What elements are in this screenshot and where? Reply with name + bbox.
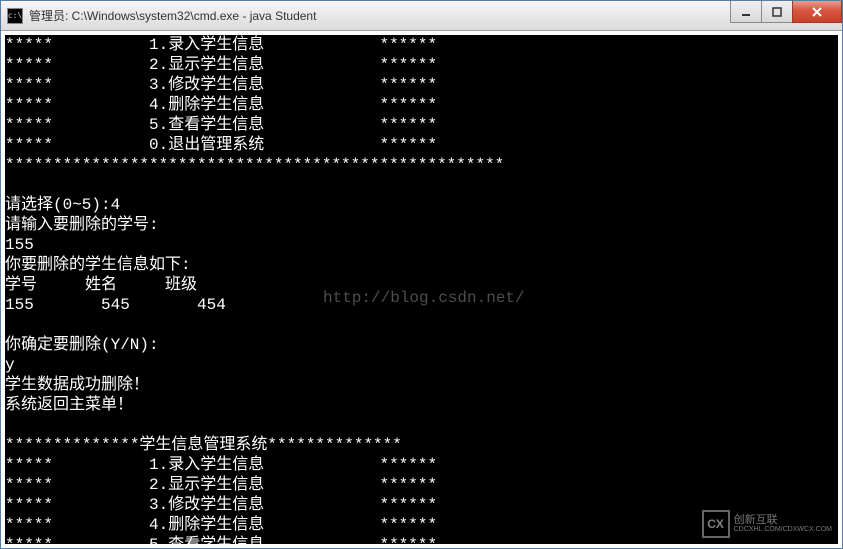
maximize-button[interactable] [761, 1, 793, 23]
minimize-button[interactable] [730, 1, 762, 23]
titlebar[interactable]: c:\ 管理员: C:\Windows\system32\cmd.exe - j… [1, 1, 842, 31]
window-frame: c:\ 管理员: C:\Windows\system32\cmd.exe - j… [0, 0, 843, 549]
window-controls [731, 1, 842, 23]
maximize-icon [772, 7, 782, 17]
terminal-area[interactable]: http://blog.csdn.net/ ***** 1.录入学生信息 ***… [1, 31, 842, 548]
terminal-output: ***** 1.录入学生信息 ****** ***** 2.显示学生信息 ***… [5, 35, 838, 548]
minimize-icon [741, 7, 751, 17]
close-button[interactable] [792, 1, 842, 23]
close-icon [811, 7, 823, 17]
cmd-icon: c:\ [7, 8, 23, 24]
window-title: 管理员: C:\Windows\system32\cmd.exe - java … [29, 7, 842, 24]
